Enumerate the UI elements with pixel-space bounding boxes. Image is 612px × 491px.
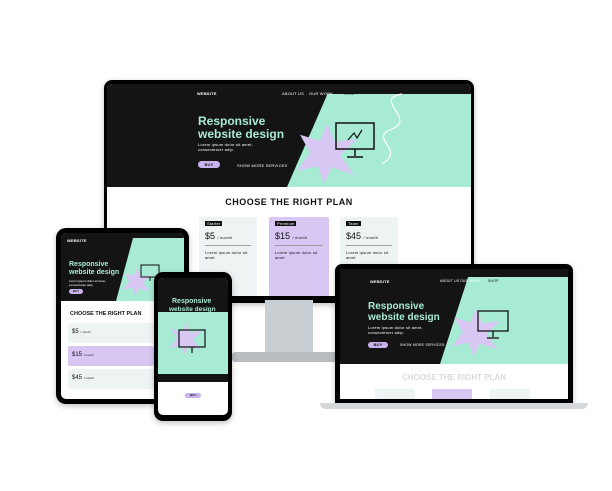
- tablet-hero-title-1: Responsive: [69, 261, 109, 268]
- desktop-hero-title-2: website design: [198, 127, 285, 141]
- laptop-nav-work[interactable]: OUR WORK: [460, 279, 481, 283]
- monitor-illustration: [178, 329, 206, 353]
- monitor-illustration: [477, 310, 509, 339]
- tablet-plans-title: CHOOSE THE RIGHT PLAN: [70, 311, 142, 317]
- desktop-hero-sub: Lorem ipsum dolor sit amet, consectetuer…: [198, 142, 253, 152]
- desktop-nav-about[interactable]: ABOUT US: [282, 91, 304, 96]
- desktop-brand[interactable]: WEBSITE: [197, 91, 217, 96]
- laptop-buy-button[interactable]: BUY: [368, 342, 388, 348]
- desktop-hero-title-1: Responsive: [198, 114, 266, 128]
- laptop-nav-shop[interactable]: SHOP: [488, 279, 499, 283]
- desktop-plans-title: CHOOSE THE RIGHT PLAN: [225, 197, 353, 207]
- plan-feature: Lorem ipsum dolor sit amet: [275, 250, 318, 260]
- phone-hero-title-2: website design: [169, 306, 216, 313]
- laptop-hero-title-2: website design: [368, 312, 440, 323]
- desktop-nav-work[interactable]: OUR WORK: [309, 91, 333, 96]
- decor-swirl: [381, 93, 403, 165]
- laptop-hero-title-1: Responsive: [368, 301, 425, 312]
- laptop-show-more-link[interactable]: SHOW MORE SERVICES: [400, 343, 445, 347]
- monitor-stand-neck: [265, 300, 313, 352]
- laptop-screen: WEBSITE ABOUT US OUR WORK SHOP Responsiv…: [340, 269, 568, 399]
- plan-card-premium[interactable]: Premium $15 / month Lorem ipsum dolor si…: [269, 217, 329, 296]
- plan-price: $45 / month: [346, 231, 379, 241]
- laptop-hero-sub: Lorem ipsum dolor sit amet, consectetuer…: [368, 325, 423, 335]
- tablet-buy-button[interactable]: BUY: [69, 289, 83, 294]
- plan-name: Starter: [205, 221, 223, 226]
- plan-price: $15 / month: [275, 231, 308, 241]
- plan-price: $5 / month: [205, 231, 233, 241]
- plan-name: Premium: [275, 221, 297, 226]
- tablet-hero-title-2: website design: [69, 269, 120, 276]
- laptop-base: [320, 403, 588, 409]
- phone-hero-title-1: Responsive: [172, 298, 212, 305]
- desktop-show-more-link[interactable]: SHOW MORE SERVICES: [237, 163, 287, 168]
- tablet-hero-sub: Lorem ipsum dolor sit amet, consectetuer…: [69, 279, 107, 287]
- phone-buy-button[interactable]: BUY: [185, 393, 201, 398]
- plan-feature: Lorem ipsum dolor sit amet: [205, 250, 248, 260]
- tablet-brand[interactable]: WEBSITE: [67, 238, 87, 243]
- plan-feature: Lorem ipsum dolor sit amet: [346, 250, 389, 260]
- desktop-nav-shop[interactable]: SHOP: [344, 91, 356, 96]
- laptop-nav-about[interactable]: ABOUT US: [440, 279, 459, 283]
- plan-name: Team: [346, 221, 361, 226]
- laptop-plans-title: CHOOSE THE RIGHT PLAN: [401, 373, 506, 382]
- laptop-brand[interactable]: WEBSITE: [370, 279, 390, 284]
- monitor-stand-base: [232, 352, 344, 362]
- desktop-buy-button[interactable]: BUY: [198, 161, 220, 168]
- phone-hero-sub: Lorem ipsum dolor sit amet.: [174, 384, 212, 388]
- phone-screen: Responsive website design Lorem ipsum do…: [158, 278, 228, 415]
